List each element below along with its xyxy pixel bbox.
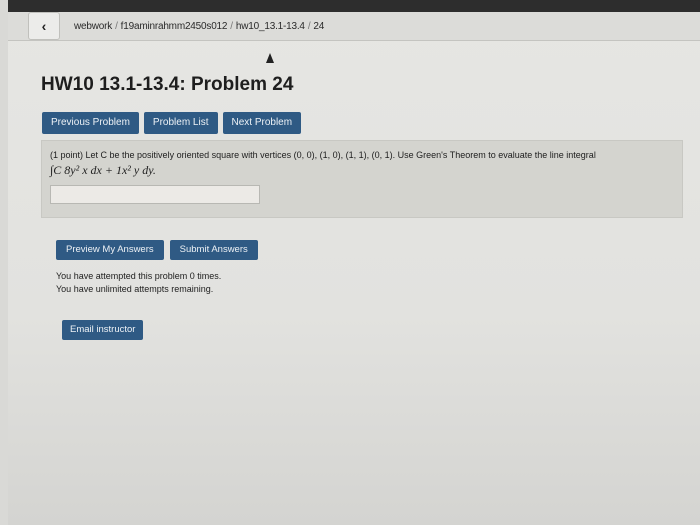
problem-nav: Previous Problem Problem List Next Probl… bbox=[42, 112, 302, 134]
attempts-count: You have attempted this problem 0 times. bbox=[56, 271, 222, 281]
preview-answers-button[interactable]: Preview My Answers bbox=[56, 240, 164, 260]
problem-box: (1 point) Let C be the positively orient… bbox=[41, 140, 683, 218]
breadcrumb-problem: 24 bbox=[313, 20, 325, 32]
submit-answers-button[interactable]: Submit Answers bbox=[169, 240, 258, 260]
previous-problem-button[interactable]: Previous Problem bbox=[42, 112, 139, 134]
chevron-left-icon: ‹ bbox=[41, 18, 47, 34]
breadcrumb: webwork / f19aminrahmm2450s012/hw10_13.1-1… bbox=[74, 20, 325, 32]
back-button[interactable]: ‹ bbox=[28, 12, 60, 40]
problem-list-button[interactable]: Problem List bbox=[143, 112, 218, 134]
attempts-remaining: You have unlimited attempts remaining. bbox=[56, 284, 214, 294]
problem-statement: (1 point) Let C be the positively orient… bbox=[50, 150, 596, 160]
next-problem-button[interactable]: Next Problem bbox=[222, 112, 302, 134]
answer-input[interactable] bbox=[50, 185, 260, 204]
top-bezel bbox=[8, 0, 700, 12]
line-integral-expression: ∫C 8y² x dx + 1x² y dy. bbox=[50, 163, 156, 177]
answer-actions: Preview My Answers Submit Answers bbox=[56, 240, 258, 260]
email-instructor-button[interactable]: Email instructor bbox=[62, 320, 144, 340]
mouse-pointer-icon bbox=[266, 53, 274, 63]
breadcrumb-bar: ‹ webwork / f19aminrahmm2450s012/hw10_13.1… bbox=[8, 12, 700, 41]
attempts-info: You have attempted this problem 0 times.… bbox=[56, 270, 221, 296]
page-title: HW10 13.1-13.4: Problem 24 bbox=[41, 74, 294, 95]
breadcrumb-webwork[interactable]: webwork bbox=[74, 21, 112, 32]
breadcrumb-course[interactable]: f19aminrahmm2450s012 bbox=[121, 21, 228, 32]
breadcrumb-set[interactable]: hw10_13.1-13.4 bbox=[236, 21, 305, 32]
webwork-screen: ‹ webwork / f19aminrahmm2450s012/hw10_13.1… bbox=[8, 0, 700, 525]
